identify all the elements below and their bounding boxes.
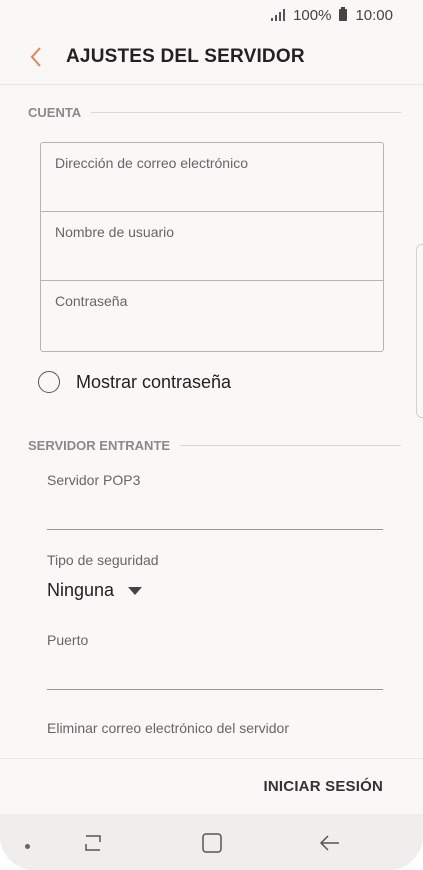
recent-apps-button[interactable] (78, 828, 108, 858)
section-title: CUENTA (28, 105, 82, 120)
security-label: Tipo de seguridad (47, 552, 159, 568)
status-bar: 100% 10:00 (0, 0, 423, 30)
caret-down-icon (128, 586, 143, 595)
clock: 10:00 (355, 6, 393, 24)
email-field[interactable]: Dirección de correo electrónico (41, 143, 383, 212)
back-arrow-icon (319, 835, 339, 851)
security-dropdown[interactable]: Ninguna (47, 580, 143, 601)
security-value: Ninguna (47, 580, 115, 600)
page-title: AJUSTES DEL SERVIDOR (66, 46, 305, 67)
home-button[interactable] (197, 828, 227, 858)
chevron-left-icon (30, 47, 41, 67)
account-fields: Dirección de correo electrónico Nombre d… (40, 142, 384, 352)
delete-mail-option[interactable]: Eliminar correo electrónico del servidor (47, 720, 289, 736)
divider (91, 112, 401, 113)
section-header-incoming: SERVIDOR ENTRANTE (28, 438, 401, 453)
nav-back-button[interactable] (315, 828, 345, 858)
port-underline (47, 689, 383, 690)
screen: 100% 10:00 AJUSTES DEL SERVIDOR CUENTA D… (0, 0, 423, 870)
nav-dot-icon (25, 844, 30, 849)
show-password-label: Mostrar contraseña (76, 371, 232, 392)
login-button[interactable]: INICIAR SESIÓN (264, 778, 383, 795)
section-title: SERVIDOR ENTRANTE (28, 438, 171, 453)
recent-apps-icon (85, 835, 101, 851)
password-field[interactable]: Contraseña (41, 281, 383, 350)
scroll-handle[interactable] (416, 244, 423, 418)
pop3-label: Servidor POP3 (47, 472, 141, 488)
signal-icon (271, 9, 286, 21)
action-bar: INICIAR SESIÓN (0, 758, 423, 814)
divider (180, 445, 401, 446)
home-icon (202, 833, 222, 853)
navigation-bar (0, 814, 423, 870)
port-label: Puerto (47, 632, 89, 648)
back-button[interactable] (16, 37, 56, 77)
app-bar: AJUSTES DEL SERVIDOR (0, 30, 423, 85)
battery-percent: 100% (293, 6, 332, 24)
username-field[interactable]: Nombre de usuario (41, 212, 383, 281)
section-header-account: CUENTA (28, 105, 401, 120)
pop3-underline (47, 529, 383, 530)
checkbox-icon[interactable] (38, 371, 60, 393)
battery-icon (339, 7, 348, 21)
show-password-toggle[interactable]: Mostrar contraseña (38, 371, 231, 393)
